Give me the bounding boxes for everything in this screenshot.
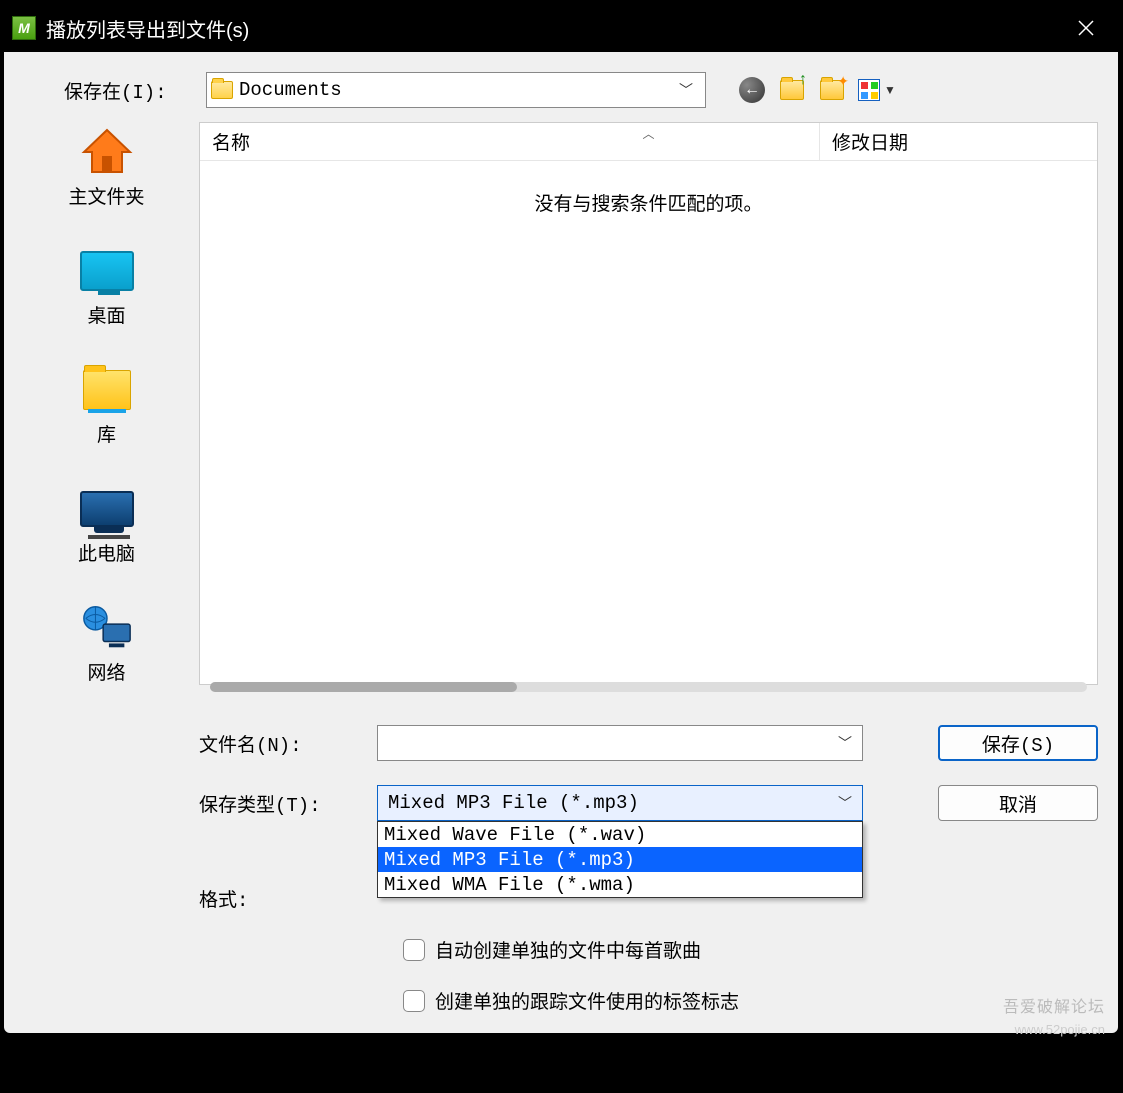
save-button[interactable]: 保存(S): [938, 725, 1098, 761]
chevron-down-icon: ﹀: [679, 80, 701, 100]
savetype-label: 保存类型(T):: [199, 790, 359, 817]
column-date[interactable]: 修改日期: [820, 128, 1097, 155]
library-icon: [80, 366, 134, 414]
empty-message: 没有与搜索条件匹配的项。: [200, 161, 1097, 216]
sidebar-item-desktop[interactable]: 桌面: [24, 247, 189, 328]
up-one-level-button[interactable]: [778, 76, 806, 104]
sidebar-item-home[interactable]: 主文件夹: [24, 128, 189, 209]
createtags-checkbox[interactable]: [403, 990, 425, 1012]
format-label: 格式:: [199, 885, 359, 912]
autocreate-label: 自动创建单独的文件中每首歌曲: [435, 936, 701, 963]
savetype-value: Mixed MP3 File (*.mp3): [388, 792, 639, 814]
autocreate-checkbox[interactable]: [403, 939, 425, 961]
toolbar: ← ▼: [738, 76, 896, 104]
chevron-down-icon: ﹀: [838, 793, 852, 813]
disk-space-label: 估计所需硬盘空间: 7MB: [199, 1046, 1098, 1073]
folder-icon: [211, 81, 233, 99]
folder-up-icon: [780, 80, 804, 100]
close-button[interactable]: [1062, 4, 1110, 52]
places-sidebar: 主文件夹 桌面 库 此电脑: [24, 122, 189, 685]
file-list[interactable]: ︿ 名称 修改日期 没有与搜索条件匹配的项。: [199, 122, 1098, 685]
sidebar-item-network[interactable]: 网络: [24, 604, 189, 685]
save-in-row: 保存在(I): Documents ﹀ ← ▼: [64, 72, 1098, 108]
views-button[interactable]: ▼: [858, 76, 896, 104]
this-pc-icon: [80, 485, 134, 533]
savetype-option[interactable]: Mixed MP3 File (*.mp3): [378, 847, 862, 872]
horizontal-scrollbar[interactable]: [210, 682, 1087, 692]
watermark-text: 吾爱破解论坛: [1003, 993, 1105, 1017]
sidebar-item-label: 网络: [87, 658, 125, 685]
desktop-icon: [80, 247, 134, 295]
app-icon: M: [12, 16, 36, 40]
chevron-down-icon: ﹀: [838, 733, 852, 753]
savetype-combo[interactable]: Mixed MP3 File (*.mp3) ﹀ Mixed Wave File…: [377, 785, 863, 821]
back-button[interactable]: ←: [738, 76, 766, 104]
save-dialog: M 播放列表导出到文件(s) 保存在(I): Documents ﹀ ←: [4, 4, 1118, 1033]
home-icon: [80, 128, 134, 176]
autocreate-checkbox-row: 自动创建单独的文件中每首歌曲: [403, 936, 1098, 963]
new-folder-button[interactable]: [818, 76, 846, 104]
titlebar: M 播放列表导出到文件(s): [4, 4, 1118, 52]
sort-arrow-icon: ︿: [642, 125, 654, 142]
sidebar-item-label: 主文件夹: [68, 182, 144, 209]
save-in-label: 保存在(I):: [64, 77, 194, 104]
createtags-checkbox-row: 创建单独的跟踪文件使用的标签标志: [403, 987, 1098, 1014]
close-icon: [1077, 19, 1095, 37]
filename-input[interactable]: ﹀: [377, 725, 863, 761]
location-value: Documents: [239, 79, 342, 101]
sidebar-item-thispc[interactable]: 此电脑: [24, 485, 189, 566]
sidebar-item-label: 桌面: [87, 301, 125, 328]
savetype-dropdown: Mixed Wave File (*.wav) Mixed MP3 File (…: [377, 821, 863, 898]
sidebar-item-library[interactable]: 库: [24, 366, 189, 447]
savetype-option[interactable]: Mixed WMA File (*.wma): [378, 872, 862, 897]
back-icon: ←: [739, 77, 765, 103]
sidebar-item-label: 库: [97, 420, 116, 447]
savetype-option[interactable]: Mixed Wave File (*.wav): [378, 822, 862, 847]
createtags-label: 创建单独的跟踪文件使用的标签标志: [435, 987, 739, 1014]
filename-label: 文件名(N):: [199, 730, 359, 757]
location-combo[interactable]: Documents ﹀: [206, 72, 706, 108]
window-title: 播放列表导出到文件(s): [46, 14, 249, 43]
watermark-url: www.52pojie.cn: [1015, 1022, 1105, 1037]
sidebar-item-label: 此电脑: [78, 539, 135, 566]
savetype-row: 保存类型(T): Mixed MP3 File (*.mp3) ﹀ Mixed …: [199, 785, 1098, 821]
column-name[interactable]: 名称: [200, 123, 820, 160]
chevron-down-icon: ▼: [884, 83, 896, 97]
filename-row: 文件名(N): ﹀ 保存(S): [199, 725, 1098, 761]
network-icon: [80, 604, 134, 652]
cancel-button[interactable]: 取消: [938, 785, 1098, 821]
new-folder-icon: [820, 80, 844, 100]
views-icon: [858, 79, 880, 101]
